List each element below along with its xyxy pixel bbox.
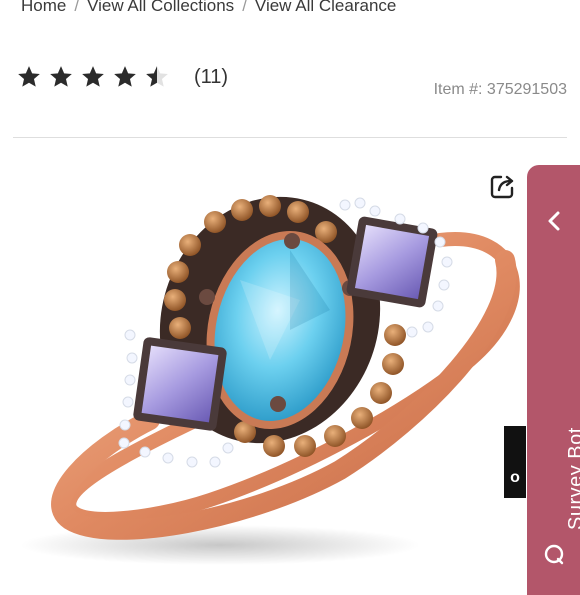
edge-button[interactable]: o [504,426,526,498]
star-icon [18,66,40,87]
survey-bot-panel[interactable]: Survey Bot [527,165,580,595]
share-icon[interactable] [489,172,517,200]
chevron-left-icon[interactable] [545,210,563,232]
star-icon [114,66,136,87]
breadcrumb-clearance-link[interactable]: View All Clearance [255,0,396,15]
edge-button-label: o [510,469,520,486]
star-icon [82,66,104,87]
ring-image [20,195,520,565]
breadcrumb-separator: / [74,0,80,15]
breadcrumb-home-link[interactable]: Home [21,0,66,15]
survey-bot-label: Survey Bot [565,427,580,530]
product-rating[interactable]: (11) [16,64,228,90]
breadcrumb-collections-link[interactable]: View All Collections [87,0,234,15]
item-number: Item #: 375291503 [433,81,567,98]
product-image-area[interactable] [0,150,580,580]
chat-bubble-icon [544,544,564,565]
divider [13,137,567,138]
review-count[interactable]: (11) [194,66,228,89]
breadcrumb: Home / View All Collections / View All Clear… [21,0,396,16]
half-star-icon [146,66,168,87]
breadcrumb-separator: / [242,0,247,15]
star-icon [50,66,72,87]
